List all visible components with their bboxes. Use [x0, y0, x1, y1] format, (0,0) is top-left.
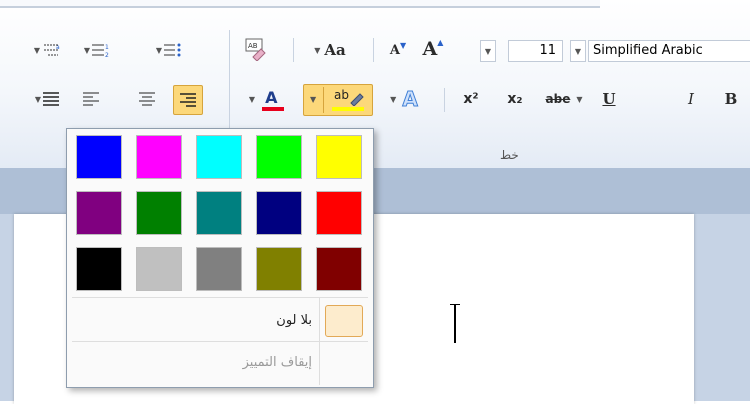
underline-label: U	[602, 90, 616, 108]
align-right-icon	[180, 93, 196, 107]
grow-arrow-icon: ▲	[437, 37, 444, 47]
shrink-font-button[interactable]: A ▼	[384, 36, 412, 64]
highlighter-pen-icon	[350, 93, 364, 106]
grow-font-label: A	[422, 38, 438, 60]
color-swatch[interactable]	[256, 135, 302, 179]
font-name-input[interactable]: Simplified Arabic	[588, 40, 750, 62]
change-case-button[interactable]: ▼ Aa	[304, 38, 356, 62]
superscript-button[interactable]: x²	[456, 86, 486, 112]
color-swatch[interactable]	[316, 135, 362, 179]
font-size-input[interactable]: 11	[508, 40, 563, 62]
color-swatch[interactable]	[136, 191, 182, 235]
font-color-bar	[262, 107, 285, 111]
font-size-dropdown-arrow[interactable]: ▼	[480, 40, 496, 62]
multilevel-list-button[interactable]: ▼ a	[28, 38, 68, 62]
bullets-button[interactable]: ▼	[150, 38, 190, 62]
color-swatch[interactable]	[136, 135, 182, 179]
superscript-label: x²	[463, 91, 479, 107]
shrink-font-label: A	[389, 42, 400, 58]
strikethrough-label: abe	[545, 92, 571, 106]
stop-highlighting-option[interactable]: إيقاف التمييز	[167, 355, 312, 370]
highlight-color-bar	[332, 107, 364, 111]
color-swatch[interactable]	[256, 247, 302, 291]
font-color-letter: A	[265, 88, 278, 107]
align-center-icon	[139, 92, 155, 106]
separator	[293, 38, 294, 62]
svg-text:AB: AB	[248, 42, 258, 50]
color-swatch[interactable]	[76, 191, 122, 235]
color-swatch[interactable]	[316, 247, 362, 291]
popup-separator	[72, 297, 368, 298]
popup-separator	[72, 341, 368, 342]
align-right-button[interactable]	[173, 85, 203, 115]
svg-text:1: 1	[105, 44, 109, 51]
line-spacing-button[interactable]: ▼	[28, 87, 68, 111]
popup-column-line	[319, 341, 320, 385]
dropdown-arrow-icon: ▼	[576, 94, 583, 104]
font-name-dropdown-arrow[interactable]: ▼	[570, 40, 586, 62]
dropdown-arrow-icon: ▼	[390, 94, 397, 104]
numbered-list-icon: 1 2	[92, 44, 109, 59]
shrink-arrow-icon: ▼	[399, 40, 407, 50]
change-case-label: Aa	[324, 41, 346, 59]
justify-icon	[43, 92, 60, 106]
italic-button[interactable]: I	[676, 86, 706, 112]
no-color-option[interactable]: بلا لون	[227, 313, 312, 328]
text-cursor	[454, 305, 456, 343]
svg-text:a: a	[56, 44, 60, 51]
font-color-button[interactable]: ▼ A	[240, 86, 292, 112]
separator	[444, 88, 445, 112]
subscript-label: x₂	[507, 91, 523, 107]
highlight-color-button[interactable]: ▼ ab	[303, 84, 373, 116]
color-swatch[interactable]	[196, 135, 242, 179]
svg-text:2: 2	[105, 52, 109, 59]
font-color-icon: A	[261, 87, 285, 111]
strikethrough-button[interactable]: abe ▼	[536, 86, 592, 112]
align-left-button[interactable]	[78, 87, 104, 111]
text-effects-button[interactable]: ▼ A	[378, 86, 430, 112]
color-swatch[interactable]	[76, 247, 122, 291]
no-color-swatch[interactable]	[325, 305, 363, 337]
bullets-icon	[164, 43, 181, 57]
clear-formatting-icon: AB	[245, 38, 266, 61]
align-center-button[interactable]	[134, 87, 160, 111]
subscript-button[interactable]: x₂	[500, 86, 530, 112]
color-swatch[interactable]	[136, 247, 182, 291]
bold-button[interactable]: B	[716, 86, 746, 112]
numbered-list-button[interactable]: ▼ 1 2	[78, 38, 118, 62]
dropdown-arrow-icon: ▼	[310, 95, 317, 104]
separator	[373, 38, 374, 62]
color-swatch[interactable]	[196, 247, 242, 291]
bold-label: B	[724, 90, 738, 108]
grow-font-button[interactable]: A ▲	[418, 34, 448, 64]
ribbon-top-edge	[0, 0, 600, 8]
group-separator	[229, 30, 230, 140]
font-group-label: خط	[500, 148, 519, 162]
color-swatch[interactable]	[196, 191, 242, 235]
color-swatch[interactable]	[76, 135, 122, 179]
text-effects-icon: A	[402, 87, 419, 112]
align-left-icon	[83, 92, 99, 106]
dropdown-arrow-icon: ▼	[248, 94, 256, 104]
color-swatch[interactable]	[256, 191, 302, 235]
highlight-color-popup: بلا لون إيقاف التمييز	[66, 128, 374, 388]
clear-formatting-button[interactable]: AB	[240, 34, 272, 64]
split-divider	[323, 87, 324, 113]
highlight-label: ab	[334, 88, 349, 102]
multilevel-list-icon: a	[44, 44, 60, 56]
italic-label: I	[688, 90, 694, 108]
underline-button[interactable]: U	[594, 86, 624, 112]
dropdown-arrow-icon: ▼	[314, 45, 321, 55]
popup-column-line	[319, 297, 320, 341]
color-swatch[interactable]	[316, 191, 362, 235]
